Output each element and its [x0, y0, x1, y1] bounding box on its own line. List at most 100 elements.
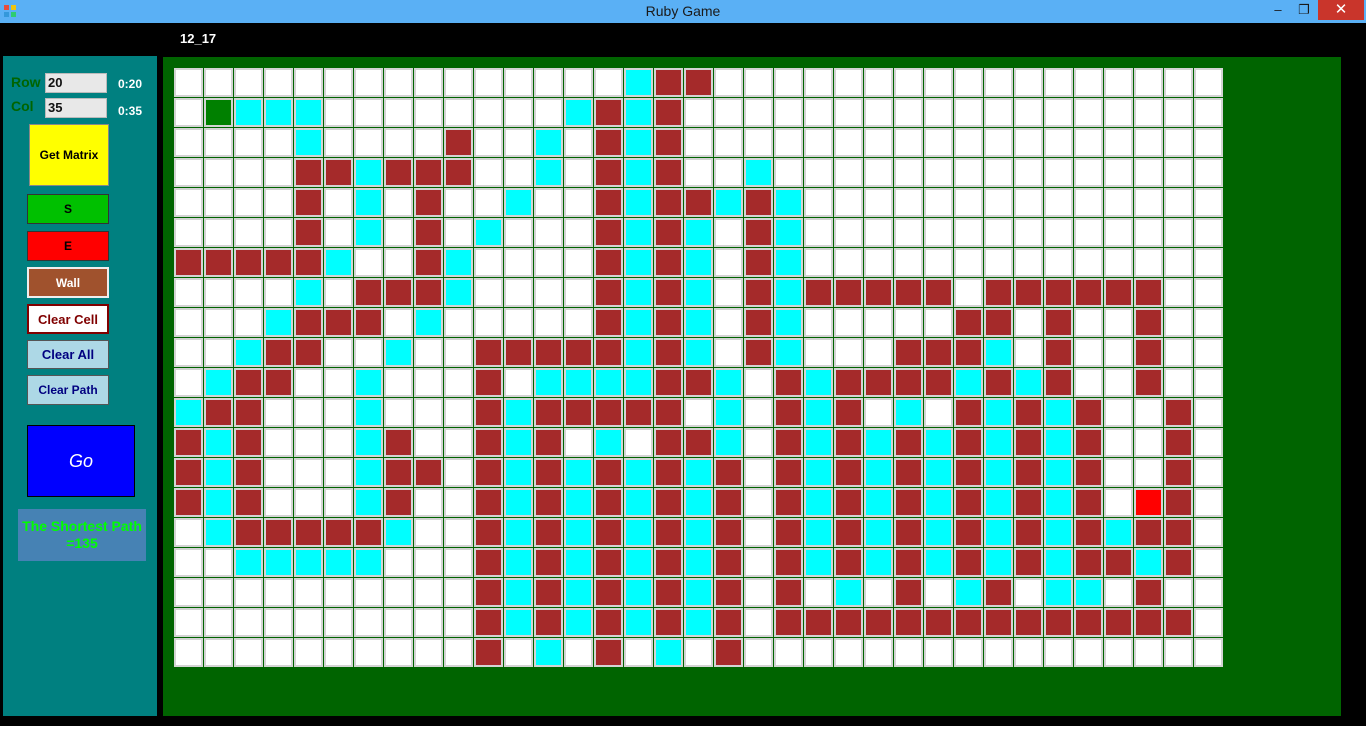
- grid-cell-wall[interactable]: [684, 68, 713, 97]
- grid-cell-empty[interactable]: [174, 128, 203, 157]
- grid-cell-path[interactable]: [774, 218, 803, 247]
- grid-cell-empty[interactable]: [1014, 338, 1043, 367]
- grid-cell-empty[interactable]: [324, 398, 353, 427]
- grid-cell-empty[interactable]: [384, 368, 413, 397]
- grid-cell-path[interactable]: [204, 458, 233, 487]
- grid-cell-path[interactable]: [504, 608, 533, 637]
- grid-cell-empty[interactable]: [1044, 188, 1073, 217]
- grid-cell-empty[interactable]: [384, 68, 413, 97]
- grid-cell-empty[interactable]: [474, 188, 503, 217]
- grid-cell-wall[interactable]: [264, 518, 293, 547]
- grid-cell-empty[interactable]: [384, 308, 413, 337]
- grid-cell-end[interactable]: [1134, 488, 1163, 517]
- grid-cell-wall[interactable]: [384, 488, 413, 517]
- grid-cell-empty[interactable]: [1104, 218, 1133, 247]
- grid-cell-wall[interactable]: [1134, 368, 1163, 397]
- grid-cell-wall[interactable]: [474, 548, 503, 577]
- grid-cell-wall[interactable]: [204, 398, 233, 427]
- grid-cell-wall[interactable]: [1164, 458, 1193, 487]
- grid-cell-path[interactable]: [804, 458, 833, 487]
- grid-cell-empty[interactable]: [174, 158, 203, 187]
- grid-cell-empty[interactable]: [444, 578, 473, 607]
- grid-cell-empty[interactable]: [804, 98, 833, 127]
- grid-cell-empty[interactable]: [684, 98, 713, 127]
- grid-cell-empty[interactable]: [894, 248, 923, 277]
- grid-cell-path[interactable]: [594, 428, 623, 457]
- grid-cell-wall[interactable]: [1074, 518, 1103, 547]
- grid-cell-wall[interactable]: [654, 128, 683, 157]
- grid-cell-empty[interactable]: [1194, 488, 1223, 517]
- grid-cell-empty[interactable]: [1074, 188, 1103, 217]
- grid-cell-empty[interactable]: [1164, 68, 1193, 97]
- grid-cell-wall[interactable]: [654, 98, 683, 127]
- grid-cell-wall[interactable]: [924, 608, 953, 637]
- grid-cell-wall[interactable]: [954, 308, 983, 337]
- grid-cell-empty[interactable]: [954, 188, 983, 217]
- grid-cell-empty[interactable]: [174, 278, 203, 307]
- grid-cell-empty[interactable]: [1134, 128, 1163, 157]
- grid-cell-empty[interactable]: [1014, 578, 1043, 607]
- grid-cell-wall[interactable]: [774, 398, 803, 427]
- grid-cell-wall[interactable]: [684, 368, 713, 397]
- grid-cell-empty[interactable]: [1164, 338, 1193, 367]
- grid-cell-empty[interactable]: [444, 608, 473, 637]
- grid-cell-wall[interactable]: [594, 638, 623, 667]
- grid-cell-wall[interactable]: [174, 428, 203, 457]
- grid-cell-wall[interactable]: [594, 578, 623, 607]
- grid-cell-path[interactable]: [354, 398, 383, 427]
- grid-cell-path[interactable]: [684, 458, 713, 487]
- grid-cell-empty[interactable]: [264, 398, 293, 427]
- grid-cell-empty[interactable]: [744, 488, 773, 517]
- grid-cell-empty[interactable]: [264, 188, 293, 217]
- grid-cell-empty[interactable]: [1044, 158, 1073, 187]
- grid-cell-empty[interactable]: [264, 128, 293, 157]
- grid-cell-empty[interactable]: [744, 98, 773, 127]
- grid-cell-empty[interactable]: [864, 98, 893, 127]
- grid-cell-empty[interactable]: [1164, 218, 1193, 247]
- grid-cell-wall[interactable]: [714, 548, 743, 577]
- grid-cell-empty[interactable]: [924, 248, 953, 277]
- grid-cell-empty[interactable]: [384, 578, 413, 607]
- grid-cell-wall[interactable]: [384, 278, 413, 307]
- grid-cell-wall[interactable]: [714, 578, 743, 607]
- grid-cell-wall[interactable]: [474, 458, 503, 487]
- grid-cell-wall[interactable]: [534, 398, 563, 427]
- grid-cell-empty[interactable]: [1014, 98, 1043, 127]
- grid-cell-empty[interactable]: [1074, 68, 1103, 97]
- grid-cell-empty[interactable]: [954, 638, 983, 667]
- grid-cell-empty[interactable]: [174, 188, 203, 217]
- grid-cell-empty[interactable]: [324, 338, 353, 367]
- grid-cell-empty[interactable]: [804, 248, 833, 277]
- grid-cell-path[interactable]: [864, 518, 893, 547]
- grid-cell-empty[interactable]: [1194, 128, 1223, 157]
- grid-cell-empty[interactable]: [1194, 458, 1223, 487]
- grid-cell-path[interactable]: [384, 338, 413, 367]
- grid-cell-empty[interactable]: [834, 338, 863, 367]
- grid-cell-empty[interactable]: [774, 158, 803, 187]
- grid-cell-empty[interactable]: [1044, 128, 1073, 157]
- grid-cell-empty[interactable]: [1104, 188, 1133, 217]
- grid-cell-path[interactable]: [984, 398, 1013, 427]
- grid-cell-wall[interactable]: [834, 488, 863, 517]
- grid-cell-path[interactable]: [684, 248, 713, 277]
- grid-cell-empty[interactable]: [1194, 428, 1223, 457]
- grid-cell-empty[interactable]: [1044, 218, 1073, 247]
- grid-cell-wall[interactable]: [414, 188, 443, 217]
- grid-cell-start[interactable]: [204, 98, 233, 127]
- grid-cell-path[interactable]: [624, 158, 653, 187]
- grid-cell-wall[interactable]: [474, 578, 503, 607]
- grid-cell-wall[interactable]: [1164, 398, 1193, 427]
- grid-cell-empty[interactable]: [414, 98, 443, 127]
- grid-cell-wall[interactable]: [174, 248, 203, 277]
- grid-cell-empty[interactable]: [744, 128, 773, 157]
- grid-cell-empty[interactable]: [834, 248, 863, 277]
- grid-cell-empty[interactable]: [1074, 218, 1103, 247]
- grid-cell-path[interactable]: [1134, 548, 1163, 577]
- grid-cell-wall[interactable]: [954, 548, 983, 577]
- grid-cell-wall[interactable]: [594, 98, 623, 127]
- grid-cell-wall[interactable]: [1164, 608, 1193, 637]
- grid-cell-path[interactable]: [684, 548, 713, 577]
- grid-cell-path[interactable]: [1104, 518, 1133, 547]
- grid-cell-empty[interactable]: [624, 638, 653, 667]
- grid-cell-path[interactable]: [354, 458, 383, 487]
